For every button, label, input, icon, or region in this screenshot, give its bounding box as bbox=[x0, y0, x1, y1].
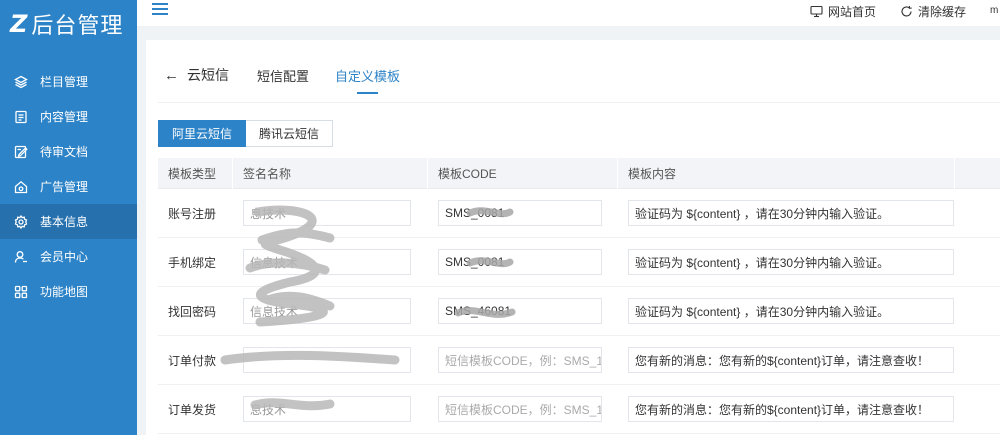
sidebar-item-column-management[interactable]: 栏目管理 bbox=[0, 64, 137, 99]
table-row: 订单付款 短信模板CODE，例：SMS_123 您有新的消息：您有新的${con… bbox=[158, 336, 1000, 385]
clear-cache-label: 清除缓存 bbox=[917, 4, 966, 19]
sign-name-input[interactable]: 信息技术 bbox=[243, 249, 411, 275]
sidebar-item-label: 功能地图 bbox=[40, 285, 89, 299]
column-header: 模板CODE bbox=[428, 157, 618, 189]
tab-aliyun-sms[interactable]: 阿里云短信 bbox=[158, 120, 247, 147]
template-type: 找回密码 bbox=[168, 304, 217, 319]
user-icon bbox=[14, 250, 28, 264]
sidebar-item-label: 广告管理 bbox=[40, 180, 89, 194]
logo-mark-icon: Z bbox=[10, 10, 28, 38]
app-title: 后台管理 bbox=[31, 13, 124, 38]
grid-icon bbox=[14, 285, 28, 299]
column-header: 模板内容 bbox=[618, 157, 955, 189]
back-arrow-icon[interactable]: ← bbox=[164, 67, 179, 84]
template-code-input[interactable]: 短信模板CODE，例：SMS_123 bbox=[438, 347, 602, 373]
tab-divider bbox=[158, 102, 1000, 103]
sidebar-item-ad-management[interactable]: 广告管理 bbox=[0, 169, 137, 204]
user-name: m bbox=[990, 6, 999, 16]
template-type: 订单发货 bbox=[168, 402, 217, 417]
edit-doc-icon bbox=[14, 145, 28, 159]
table-row: 手机绑定 信息技术 SMS_0081 验证码为 ${content} ，请在30… bbox=[158, 238, 1000, 287]
monitor-icon bbox=[810, 5, 823, 17]
sidebar: Z 后台管理 栏目管理 内容管理 待审文档 广告管理 基本信息 会员中心 功能地… bbox=[0, 0, 137, 435]
table-header: 模板类型 签名名称 模板CODE 模板内容 bbox=[158, 157, 1000, 189]
sidebar-item-function-map[interactable]: 功能地图 bbox=[0, 274, 137, 309]
page-title: 云短信 bbox=[187, 67, 229, 83]
column-header-empty bbox=[955, 158, 1000, 189]
clear-cache-button[interactable]: 清除缓存 bbox=[900, 3, 966, 20]
site-home-label: 网站首页 bbox=[827, 4, 876, 19]
column-header: 签名名称 bbox=[233, 157, 428, 189]
column-header: 模板类型 bbox=[158, 157, 233, 189]
tab-tencent-sms[interactable]: 腾讯云短信 bbox=[246, 120, 334, 147]
sign-name-input[interactable] bbox=[243, 347, 411, 373]
tab-custom-templates[interactable]: 自定义模板 bbox=[335, 66, 400, 94]
template-type: 手机绑定 bbox=[168, 255, 217, 270]
template-content-input[interactable]: 验证码为 ${content} ，请在30分钟内输入验证。 bbox=[628, 249, 954, 275]
template-content-input[interactable]: 您有新的消息：您有新的${content}订单，请注意查收！ bbox=[628, 347, 954, 373]
sign-name-input[interactable]: 息技术 bbox=[243, 200, 411, 226]
provider-tabs: 阿里云短信 腾讯云短信 bbox=[158, 120, 334, 147]
sidebar-item-label: 栏目管理 bbox=[40, 75, 89, 89]
sidebar-item-pending-docs[interactable]: 待审文档 bbox=[0, 134, 137, 169]
document-icon bbox=[14, 110, 28, 124]
sidebar-item-label: 基本信息 bbox=[40, 215, 89, 229]
sidebar-item-content-management[interactable]: 内容管理 bbox=[0, 99, 137, 134]
layers-icon bbox=[14, 75, 28, 89]
refresh-icon bbox=[901, 5, 912, 16]
table-row: 账号注册 息技术 SMS_0081 验证码为 ${content} ，请在30分… bbox=[158, 189, 1000, 238]
template-code-input[interactable]: SMS_0081 bbox=[438, 249, 602, 275]
site-home-link[interactable]: 网站首页 bbox=[810, 3, 876, 20]
sidebar-item-basic-info[interactable]: 基本信息 bbox=[0, 204, 137, 239]
sidebar-item-member-center[interactable]: 会员中心 bbox=[0, 239, 137, 274]
home-ad-icon bbox=[14, 180, 28, 194]
sidebar-item-label: 待审文档 bbox=[40, 145, 89, 159]
gear-icon bbox=[14, 214, 28, 229]
menu-toggle-icon[interactable] bbox=[152, 3, 168, 17]
table-row: 订单发货 息技术 短信模板CODE，例：SMS_123 您有新的消息：您有新的$… bbox=[158, 385, 1000, 434]
breadcrumb: ← 云短信 短信配置 自定义模板 bbox=[164, 66, 426, 94]
sidebar-item-label: 内容管理 bbox=[40, 110, 89, 124]
top-bar: 网站首页 清除缓存 m bbox=[137, 0, 1000, 26]
template-type: 账号注册 bbox=[168, 206, 217, 221]
template-type: 订单付款 bbox=[168, 353, 217, 368]
main-panel: ← 云短信 短信配置 自定义模板 阿里云短信 腾讯云短信 模板类型 签名名称 模… bbox=[146, 40, 1000, 435]
sidebar-menu: 栏目管理 内容管理 待审文档 广告管理 基本信息 会员中心 功能地图 bbox=[0, 64, 137, 309]
template-code-input[interactable]: SMS_0081 bbox=[438, 200, 602, 226]
sign-name-input[interactable]: 息技术 bbox=[243, 396, 411, 422]
template-code-input[interactable]: 短信模板CODE，例：SMS_123 bbox=[438, 396, 602, 422]
template-table: 模板类型 签名名称 模板CODE 模板内容 账号注册 息技术 SMS_0081 … bbox=[158, 157, 1000, 434]
top-bar-actions: 网站首页 清除缓存 m bbox=[810, 0, 1000, 22]
user-menu[interactable]: m bbox=[990, 6, 1000, 16]
table-row: 找回密码 信息技术 SMS_46081 验证码为 ${content} ，请在3… bbox=[158, 287, 1000, 336]
app-logo[interactable]: Z 后台管理 bbox=[0, 0, 137, 48]
template-content-input[interactable]: 验证码为 ${content} ，请在30分钟内输入验证。 bbox=[628, 200, 954, 226]
sidebar-item-label: 会员中心 bbox=[40, 250, 89, 264]
sign-name-input[interactable]: 信息技术 bbox=[243, 298, 411, 324]
tab-sms-config[interactable]: 短信配置 bbox=[257, 66, 309, 85]
template-content-input[interactable]: 验证码为 ${content} ，请在30分钟内输入验证。 bbox=[628, 298, 954, 324]
template-content-input[interactable]: 您有新的消息：您有新的${content}订单，请注意查收！ bbox=[628, 396, 954, 422]
template-code-input[interactable]: SMS_46081 bbox=[438, 298, 602, 324]
